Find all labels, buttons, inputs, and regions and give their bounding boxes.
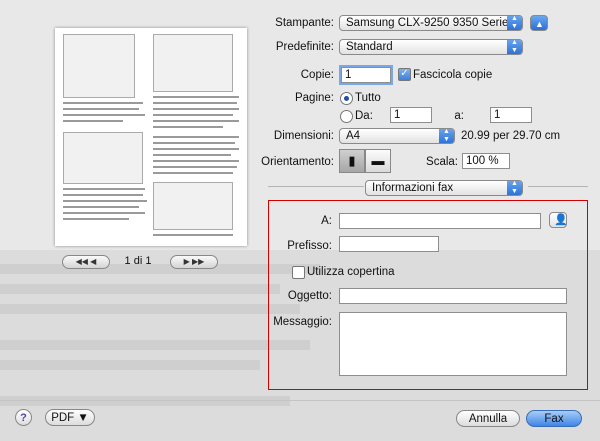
paper-size-popup[interactable]: A4 ▲ ▼ [339, 128, 455, 144]
fax-to-field[interactable] [339, 213, 541, 229]
preview-text-line [63, 102, 143, 104]
preview-text-line [153, 102, 237, 104]
section-divider [528, 186, 588, 187]
paper-dimensions: 20.99 per 29.70 cm [461, 130, 561, 142]
bg-text-line [0, 340, 310, 350]
pages-all-radio[interactable] [340, 92, 353, 105]
portrait-icon: ▮ [348, 153, 356, 168]
pages-from-field[interactable]: 1 [390, 107, 432, 123]
copies-label: Copie: [300, 69, 334, 81]
section-value: Informazioni fax [372, 182, 454, 194]
popup-arrows-icon: ▲ ▼ [507, 16, 522, 30]
print-dialog: ◀◀ ◀ 1 di 1 ▶ ▶▶ Stampante: Samsung CLX-… [0, 0, 600, 441]
bg-text-line [0, 284, 280, 294]
pages-from-label: Da: [355, 110, 373, 122]
scale-label: Scala: [426, 156, 458, 168]
preview-text-line [63, 194, 143, 196]
rewind-icon: ◀◀ ◀ [75, 257, 97, 266]
printer-value: Samsung CLX-9250 9350 Serie... [346, 17, 518, 29]
bg-text-line [0, 304, 300, 314]
preview-text-line [63, 218, 129, 220]
printer-label: Stampante: [275, 17, 334, 29]
preview-text-line [153, 234, 233, 236]
preview-text-line [63, 108, 139, 110]
section-popup[interactable]: Informazioni fax ▲ ▼ [365, 180, 523, 196]
fax-prefix-field[interactable] [339, 236, 439, 252]
address-book-button[interactable]: 👤 [549, 212, 567, 228]
preview-text-line [153, 108, 239, 110]
size-label: Dimensioni: [273, 130, 334, 142]
fax-to-label: A: [321, 215, 332, 227]
triangle-up-icon: ▲ [535, 19, 544, 29]
page-indicator: 1 di 1 [124, 255, 152, 267]
copies-field[interactable]: 1 [341, 67, 391, 83]
page-preview [55, 28, 247, 246]
fax-prefix-label: Prefisso: [287, 240, 332, 252]
preview-text-line [153, 120, 239, 122]
portrait-orientation-button[interactable]: ▮ [339, 149, 365, 173]
collate-checkbox[interactable]: ✓ [398, 68, 411, 81]
cover-page-label: Utilizza copertina [307, 266, 395, 278]
scale-field[interactable]: 100 % [462, 153, 510, 169]
forward-icon: ▶ ▶▶ [183, 257, 205, 266]
preview-text-line [153, 96, 239, 98]
preview-text-line [63, 188, 145, 190]
printer-popup[interactable]: Samsung CLX-9250 9350 Serie... ▲ ▼ [339, 15, 523, 31]
next-last-page-button[interactable]: ▶ ▶▶ [170, 255, 218, 269]
fax-button[interactable]: Fax [526, 410, 582, 427]
fax-message-label: Messaggio: [273, 316, 332, 328]
popup-arrows-icon: ▲ ▼ [507, 181, 522, 195]
preview-figure [153, 182, 233, 230]
bg-text-line [0, 396, 290, 406]
presets-label: Predefinite: [275, 41, 334, 53]
pages-to-label: a: [454, 110, 464, 122]
pages-label: Pagine: [294, 92, 334, 104]
preview-text-line [63, 120, 123, 122]
collate-label: Fascicola copie [413, 69, 493, 81]
cancel-button[interactable]: Annulla [456, 410, 520, 427]
section-divider [268, 186, 364, 187]
presets-value: Standard [346, 41, 393, 53]
preview-text-line [153, 172, 233, 174]
landscape-icon: ▬ [371, 153, 385, 168]
preview-text-line [63, 206, 139, 208]
preview-figure [63, 34, 135, 98]
preview-text-line [153, 154, 231, 156]
bg-text-line [0, 360, 260, 370]
presets-popup[interactable]: Standard ▲ ▼ [339, 39, 523, 55]
fax-subject-field[interactable] [339, 288, 567, 304]
pages-range-radio[interactable] [340, 110, 353, 123]
pages-to-field[interactable]: 1 [490, 107, 532, 123]
first-prev-page-button[interactable]: ◀◀ ◀ [62, 255, 110, 269]
preview-text-line [153, 148, 239, 150]
question-icon: ? [20, 412, 27, 424]
preview-text-line [153, 126, 223, 128]
person-icon: 👤 [554, 214, 567, 226]
fax-message-area[interactable] [339, 312, 567, 376]
preview-text-line [153, 142, 235, 144]
pages-all-label: Tutto [355, 92, 381, 104]
preview-figure [63, 132, 143, 184]
preview-text-line [153, 114, 233, 116]
preview-text-line [63, 212, 145, 214]
preview-text-line [63, 114, 145, 116]
preview-figure [153, 34, 233, 92]
paper-size-value: A4 [346, 130, 361, 142]
pdf-menu-button[interactable]: PDF ▼ [45, 409, 95, 426]
preview-text-line [153, 136, 239, 138]
disclosure-button[interactable]: ▲ [530, 15, 548, 31]
popup-arrows-icon: ▲ ▼ [507, 40, 522, 54]
checkmark-icon: ✓ [400, 68, 409, 79]
preview-text-line [153, 166, 237, 168]
cover-page-checkbox[interactable] [292, 266, 305, 279]
landscape-orientation-button[interactable]: ▬ [365, 149, 391, 173]
orientation-label: Orientamento: [261, 156, 334, 168]
preview-text-line [63, 200, 147, 202]
footer-divider [0, 400, 600, 401]
help-button[interactable]: ? [15, 409, 32, 426]
fax-subject-label: Oggetto: [287, 290, 332, 302]
preview-text-line [153, 160, 239, 162]
popup-arrows-icon: ▲ ▼ [439, 129, 454, 143]
